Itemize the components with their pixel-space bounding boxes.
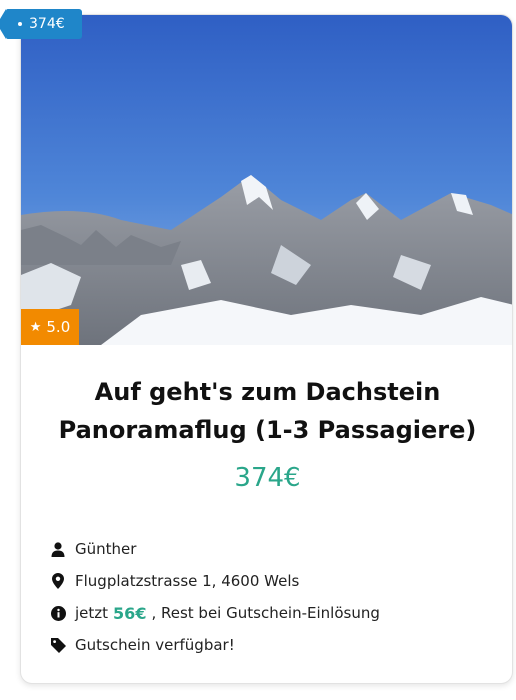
address-row: Flugplatzstrasse 1, 4600 Wels bbox=[49, 565, 489, 597]
star-icon: ★ bbox=[29, 319, 42, 335]
rating-badge: ★ 5.0 bbox=[21, 309, 79, 345]
offer-title-line2: Panoramaflug (1-3 Passagiere) bbox=[58, 416, 477, 444]
offer-price: 374€ bbox=[234, 463, 301, 493]
payment-amount: 56€ bbox=[113, 603, 147, 623]
info-icon bbox=[49, 605, 67, 621]
ribbon-price: 374€ bbox=[29, 16, 65, 32]
address-text: Flugplatzstrasse 1, 4600 Wels bbox=[75, 572, 300, 590]
voucher-text: Gutschein verfügbar! bbox=[75, 636, 235, 654]
offer-card[interactable]: ★ 5.0 Auf geht's zum Dachstein Panoramaf… bbox=[20, 14, 513, 684]
ribbon-dot-icon bbox=[18, 22, 22, 26]
provider-name: Günther bbox=[75, 540, 137, 558]
offer-details: Günther Flugplatzstrasse 1, 4600 Wels je… bbox=[49, 533, 489, 661]
offer-title-line1: Auf geht's zum Dachstein bbox=[94, 378, 441, 406]
map-pin-icon bbox=[49, 573, 67, 589]
tag-icon bbox=[49, 637, 67, 653]
payment-row: jetzt 56€ , Rest bei Gutschein-Einlösung bbox=[49, 597, 489, 629]
mountain-photo bbox=[21, 15, 512, 345]
payment-suffix: , Rest bei Gutschein-Einlösung bbox=[151, 604, 380, 622]
payment-prefix: jetzt bbox=[75, 604, 109, 622]
voucher-row: Gutschein verfügbar! bbox=[49, 629, 489, 661]
rating-value: 5.0 bbox=[46, 318, 71, 336]
offer-image[interactable]: ★ 5.0 bbox=[21, 15, 512, 345]
price-ribbon: 374€ bbox=[0, 9, 82, 39]
provider-row: Günther bbox=[49, 533, 489, 565]
user-icon bbox=[49, 541, 67, 557]
offer-title[interactable]: Auf geht's zum Dachstein Panoramaflug (1… bbox=[21, 373, 512, 449]
